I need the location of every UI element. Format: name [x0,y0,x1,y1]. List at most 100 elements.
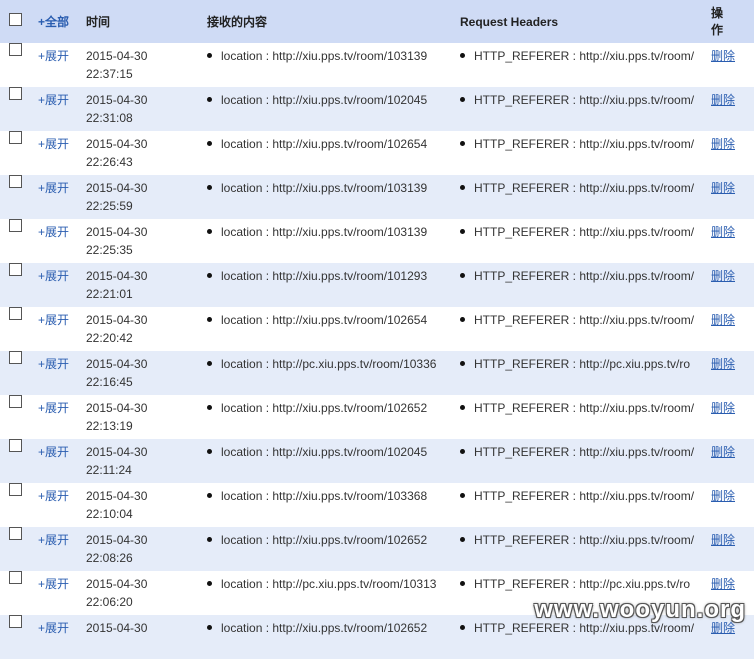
delete-link[interactable]: 删除 [711,223,735,241]
row-expand-cell: +展开 [36,483,82,527]
row-date: 2015-04-30 [86,621,148,635]
bullet-icon [460,273,465,278]
expand-link[interactable]: +展开 [38,487,69,505]
delete-link[interactable]: 删除 [711,575,735,593]
row-checkbox[interactable] [9,439,22,452]
expand-link[interactable]: +展开 [38,355,69,373]
row-headers-cell: HTTP_REFERER : http://xiu.pps.tv/room/ [456,439,709,483]
delete-link[interactable]: 删除 [711,531,735,549]
expand-link[interactable]: +展开 [38,575,69,593]
expand-link[interactable]: +展开 [38,267,69,285]
referer-text: HTTP_REFERER : http://xiu.pps.tv/room/ [474,269,695,283]
header-operation: 操作 [709,0,754,43]
referer-text: HTTP_REFERER : http://xiu.pps.tv/room/ [474,313,695,327]
delete-link[interactable]: 删除 [711,399,735,417]
row-date: 2015-04-30 [86,445,148,459]
delete-link[interactable]: 删除 [711,47,735,65]
expand-link[interactable]: +展开 [38,223,69,241]
select-all-checkbox[interactable] [9,12,22,26]
row-expand-cell: +展开 [36,219,82,263]
expand-link[interactable]: +展开 [38,91,69,109]
row-received-cell: location : http://xiu.pps.tv/room/102045 [203,439,456,483]
row-date: 2015-04-30 [86,401,148,415]
row-checkbox[interactable] [9,307,22,320]
row-operation-cell: 删除 [709,307,754,351]
row-received-cell: location : http://xiu.pps.tv/room/103368 [203,483,456,527]
expand-link[interactable]: +展开 [38,311,69,329]
expand-link[interactable]: +展开 [38,531,69,549]
row-date: 2015-04-30 [86,313,148,327]
expand-link[interactable]: +展开 [38,619,69,637]
row-checkbox[interactable] [9,87,22,100]
row-operation-cell: 删除 [709,87,754,131]
bullet-icon [460,537,465,542]
table-row: +展开 2015-04-30 22:25:35 location : http://x… [0,219,754,263]
row-checkbox[interactable] [9,219,22,232]
table-header-row: +全部 时间 接收的内容 Request Headers 操作 [0,0,754,43]
expand-all-link[interactable]: +全部 [38,13,69,31]
row-time: 22:26:43 [86,155,133,169]
row-time: 22:21:01 [86,287,133,301]
row-checkbox[interactable] [9,527,22,540]
row-time: 22:20:42 [86,331,133,345]
referer-text: HTTP_REFERER : http://pc.xiu.pps.tv/ro [474,577,691,591]
row-checkbox[interactable] [9,175,22,188]
expand-link[interactable]: +展开 [38,399,69,417]
table-row: +展开 2015-04-30 22:16:45 location : http://p… [0,351,754,395]
row-received-cell: location : http://xiu.pps.tv/room/102652 [203,615,456,659]
row-operation-cell: 删除 [709,43,754,87]
row-select-cell [0,483,36,527]
bullet-icon [460,229,465,234]
row-headers-cell: HTTP_REFERER : http://xiu.pps.tv/room/ [456,131,709,175]
time-column-header: 时间 [86,14,111,29]
expand-link[interactable]: +展开 [38,179,69,197]
header-request-headers: Request Headers [456,0,709,43]
bullet-icon [460,493,465,498]
expand-link[interactable]: +展开 [38,47,69,65]
row-date: 2015-04-30 [86,93,148,107]
row-time-cell: 2015-04-30 22:08:26 [82,527,203,571]
expand-link[interactable]: +展开 [38,443,69,461]
referer-text: HTTP_REFERER : http://xiu.pps.tv/room/ [474,49,695,63]
row-headers-cell: HTTP_REFERER : http://xiu.pps.tv/room/ [456,219,709,263]
row-checkbox[interactable] [9,351,22,364]
row-received-cell: location : http://xiu.pps.tv/room/102652 [203,527,456,571]
bullet-icon [207,361,212,366]
delete-link[interactable]: 删除 [711,91,735,109]
delete-link[interactable]: 删除 [711,355,735,373]
row-checkbox[interactable] [9,43,22,56]
row-received-cell: location : http://xiu.pps.tv/room/102652 [203,395,456,439]
row-checkbox[interactable] [9,483,22,496]
row-time: 22:16:45 [86,375,133,389]
row-select-cell [0,395,36,439]
header-received: 接收的内容 [203,0,456,43]
referer-text: HTTP_REFERER : http://xiu.pps.tv/room/ [474,401,695,415]
row-checkbox[interactable] [9,395,22,408]
row-operation-cell: 删除 [709,439,754,483]
row-checkbox[interactable] [9,131,22,144]
row-checkbox[interactable] [9,615,22,628]
row-operation-cell: 删除 [709,395,754,439]
row-headers-cell: HTTP_REFERER : http://xiu.pps.tv/room/ [456,395,709,439]
bullet-icon [207,449,212,454]
row-select-cell [0,351,36,395]
bullet-icon [207,273,212,278]
delete-link[interactable]: 删除 [711,267,735,285]
row-time-cell: 2015-04-30 22:37:15 [82,43,203,87]
location-text: location : http://xiu.pps.tv/room/103139 [221,225,428,239]
row-expand-cell: +展开 [36,395,82,439]
referer-text: HTTP_REFERER : http://xiu.pps.tv/room/ [474,93,695,107]
location-text: location : http://pc.xiu.pps.tv/room/103… [221,357,437,371]
delete-link[interactable]: 删除 [711,179,735,197]
bullet-icon [460,361,465,366]
row-expand-cell: +展开 [36,615,82,659]
row-checkbox[interactable] [9,263,22,276]
row-select-cell [0,175,36,219]
delete-link[interactable]: 删除 [711,443,735,461]
delete-link[interactable]: 删除 [711,135,735,153]
expand-link[interactable]: +展开 [38,135,69,153]
delete-link[interactable]: 删除 [711,311,735,329]
row-checkbox[interactable] [9,571,22,584]
bullet-icon [207,97,212,102]
delete-link[interactable]: 删除 [711,487,735,505]
